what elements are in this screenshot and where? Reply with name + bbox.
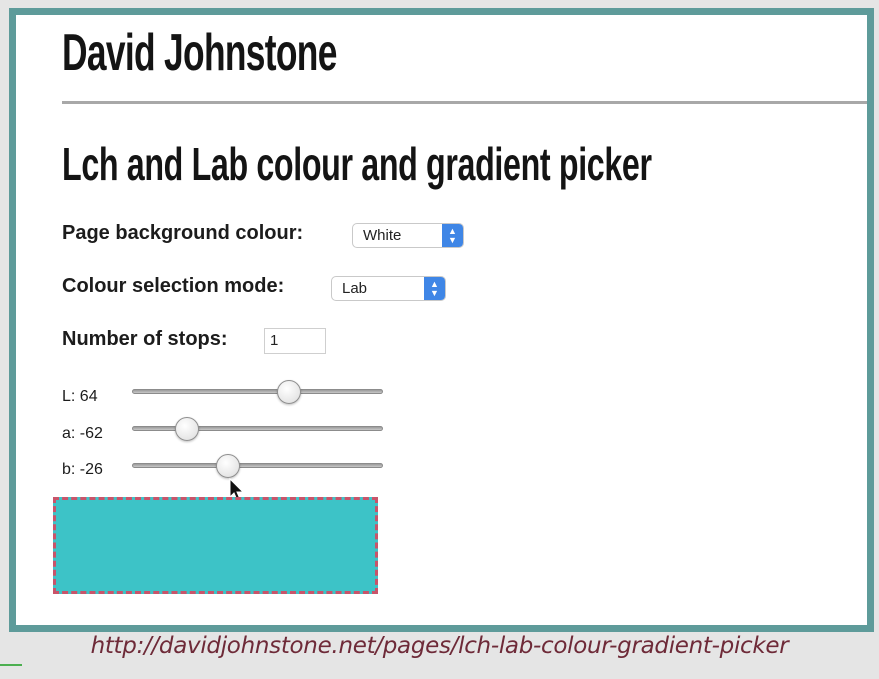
slider-b-thumb[interactable]: [215, 454, 240, 478]
slider-l-track[interactable]: [132, 389, 383, 394]
video-progress-bar: [0, 664, 22, 666]
background-colour-label: Page background colour:: [62, 222, 304, 244]
page-title: Lch and Lab colour and gradient picker: [62, 138, 652, 190]
slider-b-label: b: -26: [62, 461, 103, 478]
stops-input[interactable]: 1: [264, 328, 326, 354]
header-divider: [62, 101, 867, 104]
slider-l-thumb[interactable]: [277, 380, 302, 404]
slider-a-thumb[interactable]: [175, 417, 200, 441]
colour-swatch: [53, 497, 378, 594]
slider-a-track[interactable]: [132, 426, 383, 431]
selection-mode-label: Colour selection mode:: [62, 275, 285, 297]
site-title: David Johnstone: [62, 24, 337, 82]
slider-l-label: L: 64: [62, 388, 98, 405]
background-colour-select[interactable]: White ▲ ▼: [352, 223, 464, 248]
url-caption: http://davidjohnstone.net/pages/lch-lab-…: [90, 633, 789, 659]
stops-label: Number of stops:: [62, 328, 228, 350]
selection-mode-select[interactable]: Lab ▲ ▼: [331, 276, 446, 301]
slider-a-label: a: -62: [62, 425, 103, 442]
page-frame: David Johnstone Lch and Lab colour and g…: [9, 8, 874, 632]
selection-mode-value: Lab: [342, 280, 368, 297]
slider-b-track[interactable]: [132, 463, 383, 468]
chevron-updown-icon: ▲ ▼: [424, 277, 445, 300]
background-colour-value: White: [363, 227, 402, 244]
chevron-updown-icon: ▲ ▼: [442, 224, 463, 247]
